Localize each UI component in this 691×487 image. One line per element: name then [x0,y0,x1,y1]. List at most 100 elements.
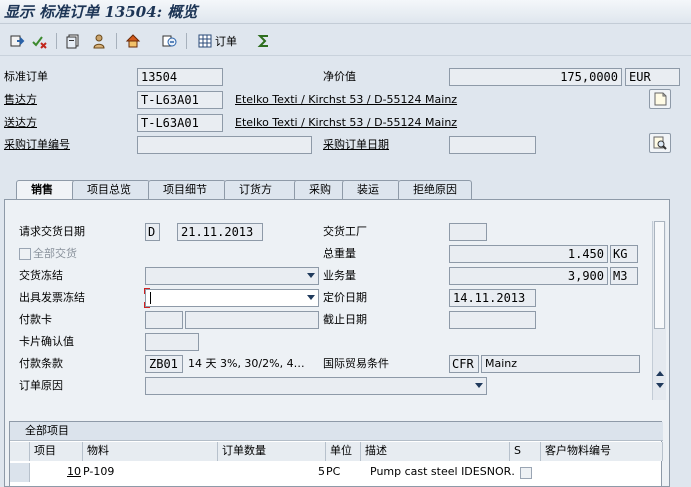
column-header-item[interactable]: 项目 [30,442,83,461]
delivery-plant-field[interactable] [449,223,487,241]
display-change-icon [10,35,25,47]
order-button-label: 订单 [215,35,237,48]
po-number-label: 采购订单编号 [4,138,70,151]
tab-ordering-party[interactable]: 订货方 [224,180,298,199]
tab-item-overview[interactable]: 项目总览 [72,180,150,199]
window-title: 显示 标准订单 13504: 概览 [4,3,198,21]
note-icon [654,92,667,106]
req-delivery-date-type-field[interactable]: D [145,223,160,241]
display-change-button[interactable] [8,31,26,51]
column-header-quantity[interactable]: 订单数量 [218,442,326,461]
tab-rejection-reason[interactable]: 拒绝原因 [398,180,472,199]
complete-delivery-checkbox[interactable] [19,248,31,260]
column-header-s[interactable]: S [510,442,541,461]
billing-block-label: 出具发票冻结 [19,291,85,304]
check-icon [32,36,47,49]
po-date-field[interactable] [449,136,536,154]
toolbar-separator [116,33,117,49]
customer-material-cell[interactable] [541,463,663,482]
tab-item-detail[interactable]: 项目细节 [148,180,226,199]
item-number-cell[interactable]: 10 [30,463,83,482]
s-checkbox[interactable] [520,467,532,479]
header-text-button[interactable] [649,89,671,109]
currency-field[interactable]: EUR [625,68,680,86]
check-button[interactable] [30,31,48,51]
pricing-date-label: 定价日期 [323,291,367,304]
card-verification-field[interactable] [145,333,199,351]
column-header-description[interactable]: 描述 [361,442,510,461]
description-cell[interactable]: Pump cast steel IDESNOR… [370,463,516,482]
toolbar-separator [186,33,187,49]
volume-label: 业务量 [323,269,356,282]
column-header-material[interactable]: 物料 [83,442,218,461]
document-flow-icon [162,35,177,47]
po-number-field[interactable] [137,136,312,154]
payment-terms-code-field[interactable]: ZB01 [145,355,183,373]
ship-to-label: 送达方 [4,116,37,129]
panel-scrollbar[interactable] [652,221,666,400]
ship-to-field[interactable]: T-L63A01 [137,114,223,132]
material-cell[interactable]: P-109 [83,463,218,482]
column-header-customer-material[interactable]: 客户物料编号 [541,442,663,461]
sold-to-address-link[interactable]: Etelko Texti / Kirchst 53 / D-55124 Main… [235,92,457,108]
weight-unit-field[interactable]: KG [610,245,638,263]
row-selector[interactable] [10,463,30,482]
order-network-button[interactable] [124,31,142,51]
tab-sales[interactable]: 销售 [16,180,76,200]
partner-button[interactable] [90,31,108,51]
expiry-date-field[interactable] [449,311,536,329]
chevron-down-icon [307,295,315,300]
order-button[interactable]: 订单 [194,31,240,51]
house-icon [125,34,141,48]
unit-cell[interactable]: PC [326,463,361,482]
tab-shipping[interactable]: 装运 [342,180,400,199]
total-weight-field[interactable]: 1.450 [449,245,608,263]
complete-delivery-label: 全部交货 [33,247,77,260]
tab-procurement[interactable]: 采购 [294,180,346,199]
payment-card-type-field[interactable] [145,311,183,329]
all-items-table: 全部项目 项目 物料 订单数量 单位 描述 S 客户物料编号 10 P-109 … [9,421,663,487]
toolbar-separator [56,33,57,49]
net-value-field[interactable]: 175,0000 [449,68,622,86]
scroll-up-icon[interactable] [656,371,664,376]
order-reason-dropdown[interactable] [145,377,487,395]
net-value-label: 净价值 [323,70,356,83]
delivery-block-label: 交货冻结 [19,269,63,282]
card-verification-label: 卡片确认值 [19,335,74,348]
order-type-label: 标准订单 [4,70,48,83]
po-date-label: 采购订单日期 [323,138,389,151]
req-delivery-date-label: 请求交货日期 [19,225,85,238]
scroll-down-icon[interactable] [656,383,664,388]
sigma-icon [257,35,268,47]
order-reason-label: 订单原因 [19,379,63,392]
billing-block-dropdown[interactable] [144,288,319,308]
volume-field[interactable]: 3,900 [449,267,608,285]
delivery-block-dropdown[interactable] [145,267,319,285]
document-flow-button[interactable] [160,31,178,51]
all-items-title: 全部项目 [10,422,663,441]
magnifier-icon [653,136,667,150]
column-header-unit[interactable]: 单位 [326,442,361,461]
order-number-field[interactable]: 13504 [137,68,223,86]
scrollbar-thumb[interactable] [654,221,665,329]
sold-to-field[interactable]: T-L63A01 [137,91,223,109]
delivery-plant-label: 交货工厂 [323,225,367,238]
ship-to-address-link[interactable]: Etelko Texti / Kirchst 53 / D-55124 Main… [235,115,457,131]
order-grid-icon [198,34,212,48]
payment-card-label: 付款卡 [19,313,52,326]
payment-card-number-field[interactable] [185,311,319,329]
row-selector-header[interactable] [10,442,30,461]
req-delivery-date-field[interactable]: 21.11.2013 [177,223,263,241]
person-icon [93,34,105,49]
pricing-date-field[interactable]: 14.11.2013 [449,289,536,307]
payment-terms-label: 付款条款 [19,357,63,370]
incoterms-place-field[interactable]: Mainz [481,355,640,373]
header-button[interactable] [64,31,82,51]
header-icon [66,34,79,49]
search-document-button[interactable] [649,133,671,153]
incoterms-code-field[interactable]: CFR [449,355,479,373]
quantity-cell[interactable]: 5 [218,463,326,482]
sum-button[interactable] [255,31,273,51]
text-cursor [150,292,151,304]
volume-unit-field[interactable]: M3 [610,267,638,285]
